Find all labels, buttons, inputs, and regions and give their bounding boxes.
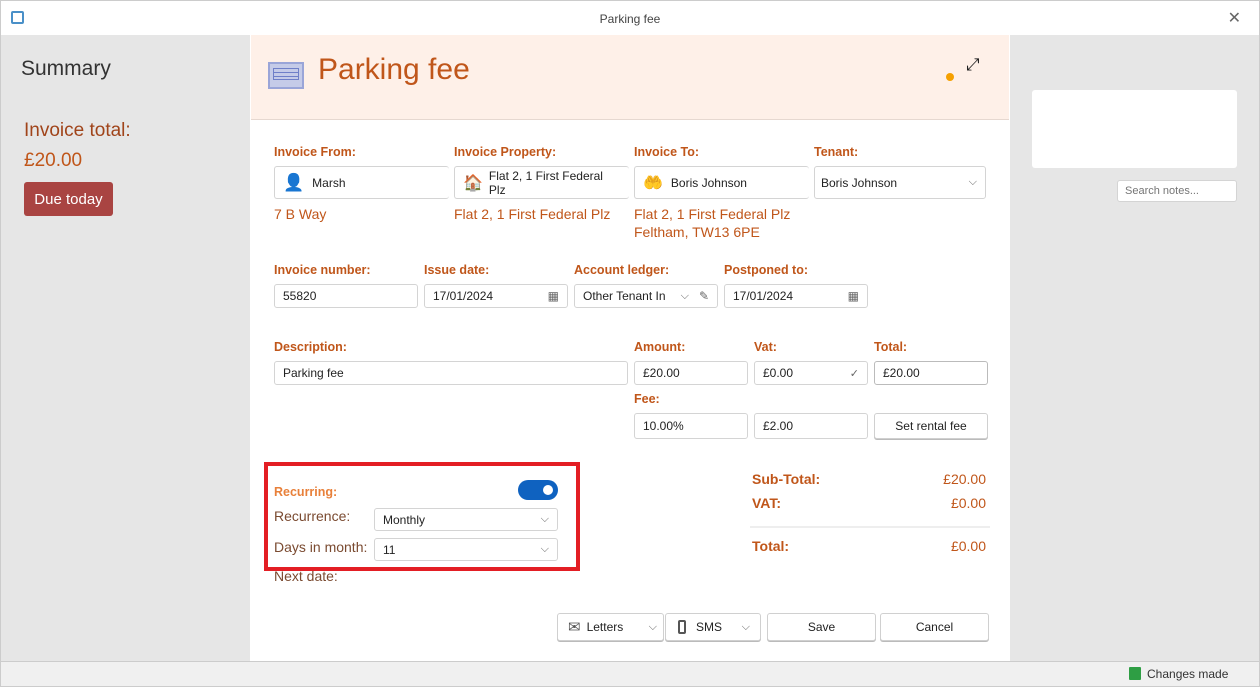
subtotal-value: £20.00 <box>943 471 986 487</box>
status-text: Changes made <box>1147 667 1229 681</box>
unsaved-indicator <box>946 73 954 81</box>
days-in-month-label: Days in month: <box>274 539 368 555</box>
invoice-total-label: Invoice total: <box>24 120 131 141</box>
description-input[interactable]: Parking fee <box>274 361 628 385</box>
recurring-label: Recurring: <box>274 485 338 499</box>
expand-icon[interactable]: ⤢ <box>966 55 980 75</box>
fee-percent-input[interactable]: 10.00% <box>634 413 748 439</box>
postponed-to-label: Postponed to: <box>724 263 809 277</box>
fee-value-input[interactable]: £2.00 <box>754 413 868 439</box>
cancel-button[interactable]: Cancel <box>880 613 989 641</box>
subtotal-label: Sub-Total: <box>752 471 821 487</box>
tenant-select[interactable]: Boris Johnson ⌵ <box>814 166 986 199</box>
totals-divider <box>750 526 990 528</box>
summary-panel: Summary Invoice total: £20.00 Due today <box>0 35 250 661</box>
invoice-from-label: Invoice From: <box>274 145 356 159</box>
phone-icon <box>678 620 686 634</box>
grand-total-value: £0.00 <box>950 538 986 554</box>
handshake-key-icon: 🤲 <box>643 174 663 192</box>
chevron-down-icon: ⌵ <box>648 620 657 633</box>
due-today-button[interactable]: Due today <box>24 182 113 216</box>
invoice-number-label: Invoice number: <box>274 263 371 277</box>
calendar-icon[interactable]: ▦ <box>848 289 859 303</box>
chevron-down-icon: ⌵ <box>680 289 689 302</box>
invoice-to-field[interactable]: 🤲 Boris Johnson <box>634 166 809 199</box>
description-label: Description: <box>274 340 347 354</box>
recurrence-label: Recurrence: <box>274 508 351 524</box>
days-in-month-select[interactable]: 11 ⌵ <box>374 538 558 561</box>
close-icon[interactable]: ✕ <box>1228 8 1241 28</box>
invoice-from-value: Marsh <box>312 175 346 190</box>
invoice-property-label: Invoice Property: <box>454 145 557 159</box>
title-bar: Parking fee ✕ <box>0 0 1260 35</box>
notes-area[interactable] <box>1032 90 1237 168</box>
save-button[interactable]: Save <box>767 613 876 641</box>
invoice-number-input[interactable]: 55820 <box>274 284 418 308</box>
amount-label: Amount: <box>634 340 686 354</box>
account-ledger-label: Account ledger: <box>574 263 670 277</box>
page-title: Parking fee <box>318 53 470 86</box>
save-disk-icon <box>1129 667 1141 680</box>
window-title: Parking fee <box>599 12 661 26</box>
invoice-icon <box>268 62 304 89</box>
invoice-total-value: £20.00 <box>24 150 83 171</box>
invoice-to-address-line1: Flat 2, 1 First Federal Plz <box>634 206 791 222</box>
house-icon: 🏠 <box>463 174 483 192</box>
status-bar: Changes made <box>0 661 1260 687</box>
fee-label: Fee: <box>634 392 660 406</box>
person-icon: 👤 <box>283 172 305 192</box>
chevron-down-icon: ⌵ <box>741 620 750 633</box>
invoice-header: Parking fee ⤢ <box>251 35 1009 120</box>
recurring-toggle[interactable] <box>518 480 558 500</box>
invoice-property-value: Flat 2, 1 First Federal Plz <box>488 168 603 197</box>
account-ledger-value: Other Tenant In <box>583 289 666 303</box>
chevron-down-icon: ⌵ <box>968 176 977 188</box>
calendar-icon[interactable]: ▦ <box>548 289 559 303</box>
amount-input[interactable]: £20.00 <box>634 361 748 385</box>
recurrence-value: Monthly <box>383 512 426 527</box>
postponed-to-value: 17/01/2024 <box>733 289 794 303</box>
invoice-property-address: Flat 2, 1 First Federal Plz <box>454 206 611 222</box>
invoice-to-address-line2: Feltham, TW13 6PE <box>634 224 760 240</box>
letters-label: Letters <box>586 620 624 634</box>
issue-date-input[interactable]: 17/01/2024 ▦ <box>424 284 568 308</box>
chevron-down-icon: ⌵ <box>540 513 549 525</box>
letters-button[interactable]: ✉ Letters ⌵ <box>557 613 664 641</box>
tenant-value: Boris Johnson <box>821 175 898 190</box>
invoice-to-label: Invoice To: <box>634 145 700 159</box>
search-notes-input[interactable] <box>1117 180 1237 202</box>
vat-value: £0.00 <box>763 366 794 380</box>
invoice-property-field[interactable]: 🏠 Flat 2, 1 First Federal Plz <box>454 166 629 199</box>
envelope-icon: ✉ <box>568 619 581 636</box>
total-input[interactable]: £20.00 <box>874 361 988 385</box>
vat-total-value: £0.00 <box>950 495 986 511</box>
sms-label: SMS <box>696 620 723 634</box>
vat-select[interactable]: £0.00 ✓ <box>754 361 868 385</box>
summary-title: Summary <box>21 57 111 80</box>
checkmark-icon: ✓ <box>849 367 859 380</box>
recurrence-select[interactable]: Monthly ⌵ <box>374 508 558 531</box>
postponed-to-input[interactable]: 17/01/2024 ▦ <box>724 284 868 308</box>
next-date-label: Next date: <box>274 568 338 584</box>
edit-pencil-icon[interactable]: ✎ <box>699 289 709 303</box>
invoice-from-address: 7 B Way <box>274 206 327 222</box>
vat-label: Vat: <box>754 340 777 354</box>
issue-date-label: Issue date: <box>424 263 490 277</box>
chevron-down-icon: ⌵ <box>540 543 549 555</box>
issue-date-value: 17/01/2024 <box>433 289 494 303</box>
set-rental-fee-button[interactable]: Set rental fee <box>874 413 988 439</box>
notes-panel <box>1010 35 1260 661</box>
total-label: Total: <box>874 340 908 354</box>
invoice-from-field[interactable]: 👤 Marsh <box>274 166 449 199</box>
days-in-month-value: 11 <box>383 542 396 557</box>
invoice-to-value: Boris Johnson <box>670 175 747 190</box>
sms-button[interactable]: SMS ⌵ <box>665 613 761 641</box>
vat-total-label: VAT: <box>752 495 782 511</box>
grand-total-label: Total: <box>752 538 790 554</box>
account-ledger-select[interactable]: Other Tenant In ⌵ ✎ <box>574 284 718 308</box>
tenant-label: Tenant: <box>814 145 859 159</box>
